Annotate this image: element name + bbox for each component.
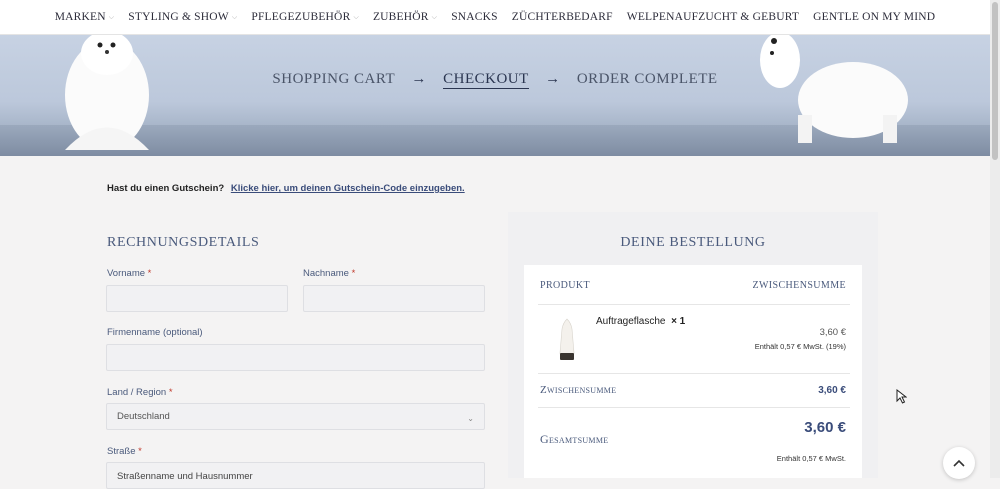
nav-item-pflegezubehoer[interactable]: PFLEGEZUBEHÖR ⌵ (251, 11, 359, 23)
step-checkout: CHECKOUT (443, 71, 529, 89)
subtotal-label: Zwischensumme (540, 384, 617, 396)
product-name: Auftrageflasche × 1 (596, 316, 685, 327)
main-nav: MARKEN ⌵ STYLING & SHOW ⌵ PFLEGEZUBEHÖR ⌵ Z… (0, 0, 990, 35)
nav-label: ZÜCHTERBEDARF (511, 11, 613, 23)
first-name-label: Vorname * (107, 268, 151, 279)
required-mark: * (138, 446, 142, 457)
nav-label: MARKEN (54, 11, 106, 23)
nav-item-styling-show[interactable]: STYLING & SHOW ⌵ (128, 11, 237, 23)
street-label-text: Straße (107, 446, 136, 457)
required-mark: * (351, 268, 356, 279)
coupon-link[interactable]: Klicke hier, um deinen Gutschein-Code ei… (231, 183, 465, 194)
company-label: Firmenname (optional) (107, 327, 203, 338)
scroll-to-top-button[interactable] (943, 447, 975, 479)
total-value: 3,60 € (804, 419, 846, 436)
product-qty: × 1 (671, 316, 686, 327)
first-name-label-text: Vorname (107, 268, 146, 279)
chevron-down-icon: ⌄ (467, 414, 474, 423)
country-value: Deutschland (117, 411, 170, 422)
nav-label: SNACKS (451, 11, 498, 23)
divider (538, 373, 850, 374)
country-label-text: Land / Region (107, 387, 167, 398)
subtotal-value: 3,60 € (818, 385, 846, 396)
country-label: Land / Region * (107, 387, 173, 398)
order-title: DEINE BESTELLUNG (620, 235, 766, 250)
total-tax: Enthält 0,57 € MwSt. (776, 454, 846, 463)
coupon-notice: Hast du einen Gutschein? Klicke hier, um… (107, 183, 465, 194)
scrollbar-thumb[interactable] (992, 2, 998, 160)
nav-item-zuechterbedarf[interactable]: ZÜCHTERBEDARF (512, 11, 613, 23)
col-product: PRODUKT (540, 280, 591, 291)
arrow-right-icon: → (411, 71, 427, 87)
checkout-steps: SHOPPING CART → CHECKOUT → ORDER COMPLET… (0, 71, 990, 89)
first-name-field[interactable] (106, 285, 288, 312)
nav-item-marken[interactable]: MARKEN ⌵ (55, 11, 115, 23)
nav-item-zubehoer[interactable]: ZUBEHÖR ⌵ (373, 11, 437, 23)
dog-image-left (65, 35, 149, 150)
step-order-complete: ORDER COMPLETE (576, 71, 718, 87)
divider (538, 407, 850, 408)
required-mark: * (168, 387, 173, 398)
scrollbar[interactable] (990, 0, 1000, 478)
chevron-down-icon: ⌵ (431, 12, 438, 21)
nav-label: WELPENAUFZUCHT & GEBURT (626, 11, 800, 23)
street-placeholder: Straßenname und Hausnummer (117, 471, 253, 482)
nav-label: PFLEGEZUBEHÖR (251, 11, 351, 23)
dog-image-right (760, 35, 908, 143)
col-subtotal: ZWISCHENSUMME (752, 280, 846, 291)
product-tax: Enthält 0,57 € MwSt. (19%) (754, 342, 846, 351)
chevron-down-icon: ⌵ (353, 12, 359, 21)
nav-item-welpenaufzucht[interactable]: WELPENAUFZUCHT & GEBURT (627, 11, 799, 23)
product-price: 3,60 € (819, 327, 846, 338)
nav-item-snacks[interactable]: SNACKS (451, 11, 498, 23)
last-name-field[interactable] (303, 285, 485, 312)
company-field[interactable] (106, 344, 485, 371)
mouse-cursor-icon (896, 389, 907, 404)
last-name-label: Nachname * (303, 268, 355, 279)
chevron-down-icon: ⌵ (231, 12, 238, 21)
product-bottle-image (559, 318, 575, 360)
nav-label: STYLING & SHOW (128, 11, 229, 23)
hero-banner: SHOPPING CART → CHECKOUT → ORDER COMPLET… (0, 35, 990, 156)
nav-label: GENTLE ON MY MIND (813, 11, 936, 23)
nav-item-gentle-on-my-mind[interactable]: GENTLE ON MY MIND (813, 11, 935, 23)
total-label: Gesamtsumme (540, 432, 609, 446)
required-mark: * (147, 268, 152, 279)
last-name-label-text: Nachname (303, 268, 349, 279)
divider (538, 304, 850, 305)
coupon-question: Hast du einen Gutschein? (107, 183, 225, 194)
arrow-right-icon: → (545, 71, 561, 87)
nav-label: ZUBEHÖR (372, 11, 429, 23)
chevron-up-icon (953, 459, 965, 467)
street-label: Straße * (107, 446, 142, 457)
step-shopping-cart[interactable]: SHOPPING CART (272, 71, 395, 87)
product-name-text: Auftrageflasche (596, 316, 666, 327)
billing-title: RECHNUNGSDETAILS (107, 235, 260, 250)
chevron-down-icon: ⌵ (108, 12, 115, 21)
street-field[interactable]: Straßenname und Hausnummer (106, 462, 485, 489)
country-select[interactable]: Deutschland ⌄ (106, 403, 485, 430)
